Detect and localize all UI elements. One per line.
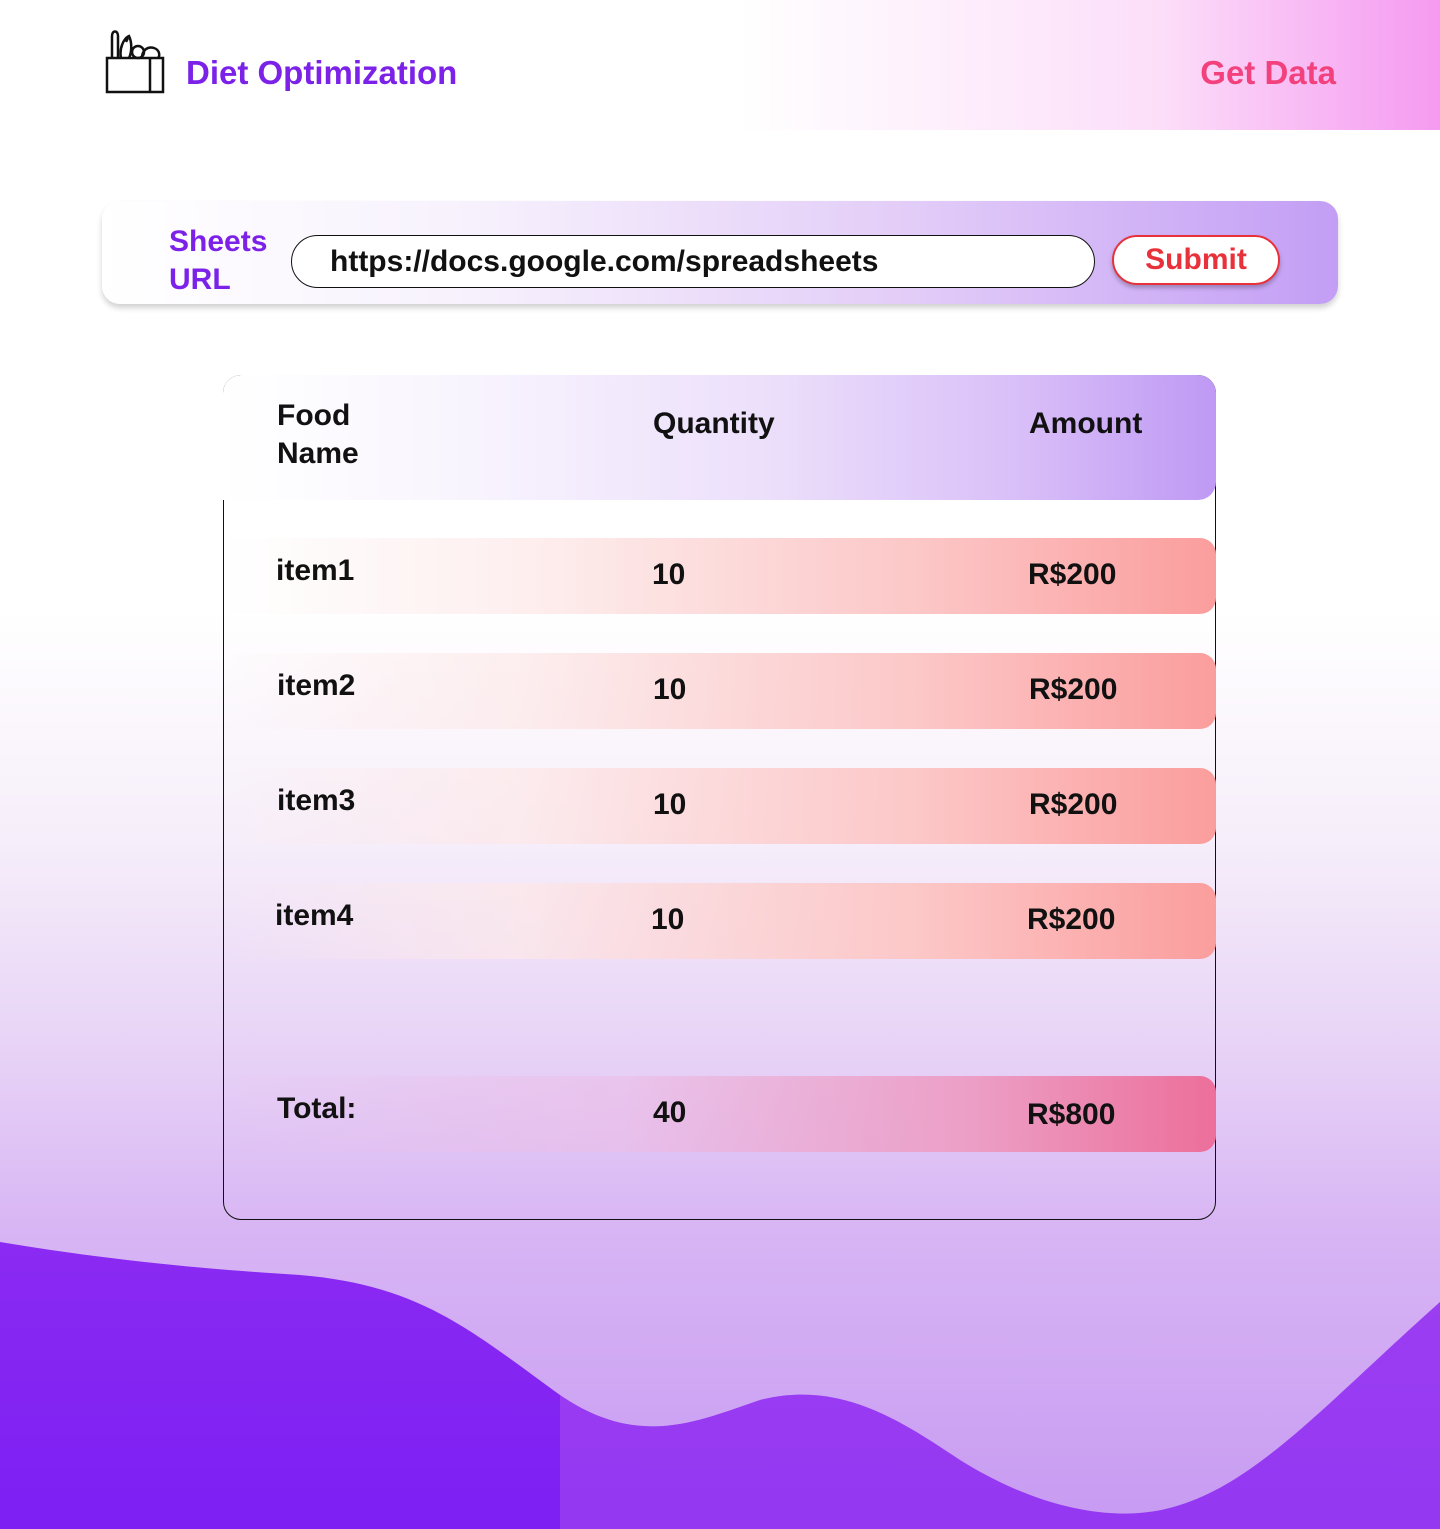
row-food-name: item1	[276, 554, 355, 587]
row-amount: R$200	[1029, 673, 1118, 706]
row-food-name: item3	[277, 784, 356, 817]
column-header-food-name-line1: Food	[277, 399, 351, 432]
sheets-url-form: Sheets URL Submit	[102, 201, 1338, 304]
sheets-url-label-line2: URL	[169, 263, 231, 296]
table-row: item1 10 R$200	[224, 538, 1216, 614]
total-amount: R$800	[1027, 1098, 1116, 1131]
food-table: Food Name Quantity Amount item1 10 R$200…	[223, 375, 1216, 1220]
sheets-url-input[interactable]	[291, 235, 1095, 288]
submit-button[interactable]: Submit	[1112, 235, 1280, 285]
row-quantity: 10	[652, 558, 686, 591]
column-header-amount: Amount	[1029, 407, 1143, 440]
total-label: Total:	[277, 1092, 357, 1125]
table-row: item4 10 R$200	[224, 883, 1216, 959]
row-food-name: item4	[275, 899, 354, 932]
row-amount: R$200	[1028, 558, 1117, 591]
table-row: item3 10 R$200	[224, 768, 1216, 844]
row-quantity: 10	[653, 788, 687, 821]
row-quantity: 10	[653, 673, 687, 706]
table-total-row: Total: 40 R$800	[224, 1076, 1216, 1152]
table-row: item2 10 R$200	[224, 653, 1216, 729]
row-amount: R$200	[1027, 903, 1116, 936]
get-data-link[interactable]: Get Data	[1200, 54, 1336, 92]
column-header-food-name: Food Name	[277, 397, 397, 473]
row-quantity: 10	[651, 903, 685, 936]
table-header: Food Name Quantity Amount	[223, 375, 1216, 500]
sheets-url-label: Sheets URL	[169, 223, 279, 299]
app-title: Diet Optimization	[186, 54, 458, 91]
column-header-food-name-line2: Name	[277, 437, 359, 470]
column-header-quantity: Quantity	[653, 407, 775, 440]
total-quantity: 40	[653, 1096, 687, 1129]
row-food-name: item2	[277, 669, 356, 702]
sheets-url-label-line1: Sheets	[169, 225, 268, 258]
row-amount: R$200	[1029, 788, 1118, 821]
grocery-bag-icon	[104, 28, 166, 94]
